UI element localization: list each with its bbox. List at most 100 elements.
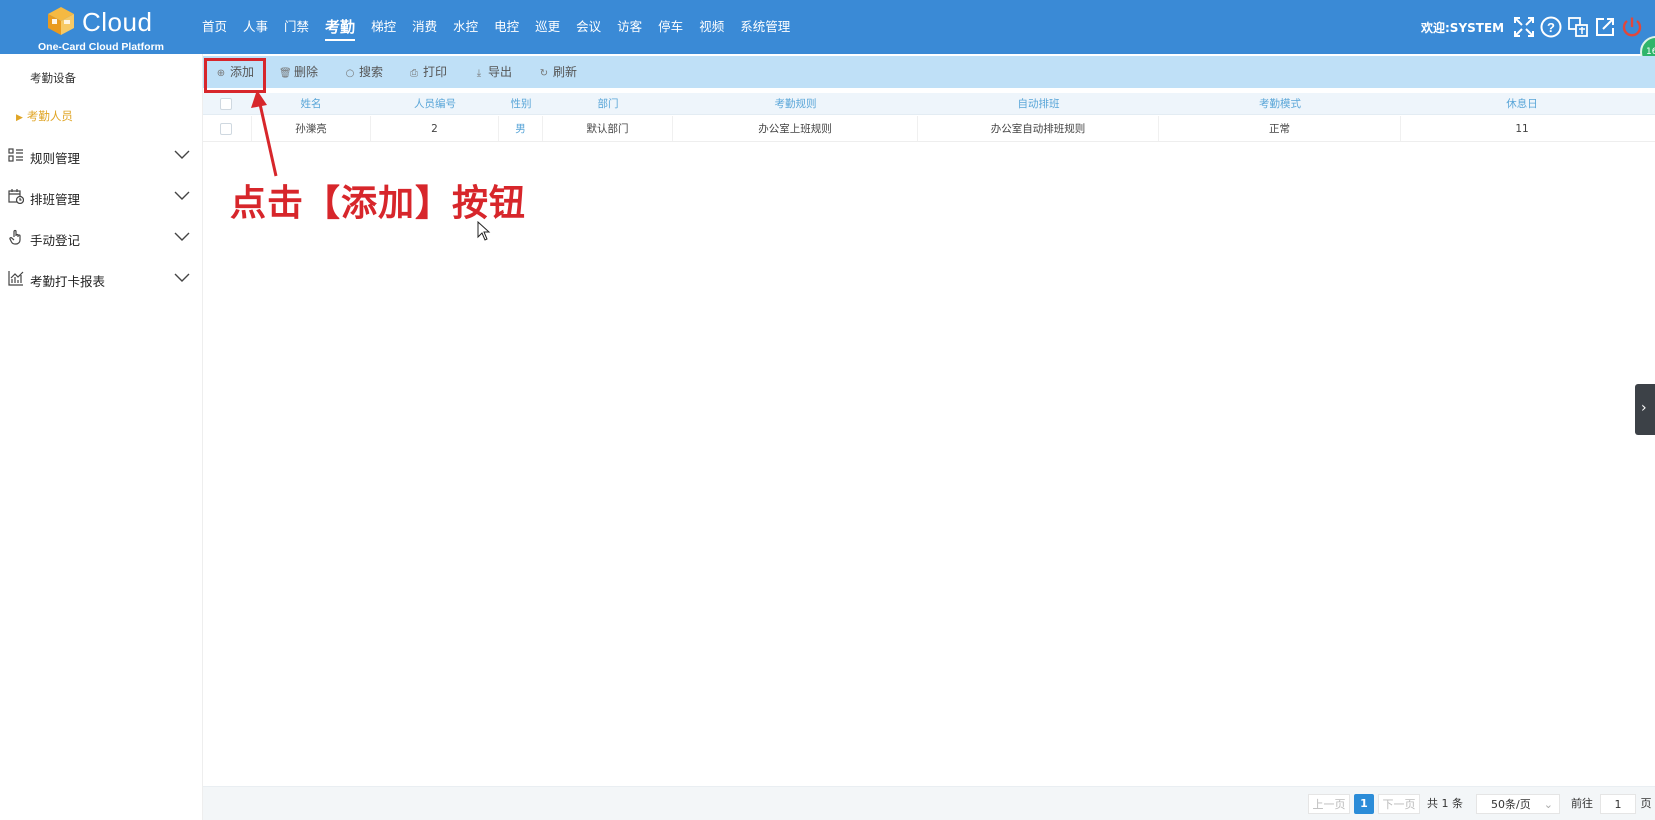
power-icon[interactable] — [1621, 16, 1643, 38]
nav-item-access[interactable]: 门禁 — [284, 0, 309, 54]
nav-item-meeting[interactable]: 会议 — [576, 0, 601, 54]
print-button[interactable]: ⎙ 打印 — [408, 56, 447, 88]
brand-subtitle: One-Card Cloud Platform — [38, 41, 165, 53]
annotation-text: 点击【添加】按钮 — [230, 183, 527, 224]
page-unit-label: 页 — [1640, 797, 1652, 810]
table-cell: 正常 — [1159, 116, 1401, 141]
delete-button[interactable]: 🗑 删除 — [279, 56, 318, 88]
sidebar-group-label: 规则管理 — [30, 151, 81, 166]
nav-item-home[interactable]: 首页 — [202, 0, 227, 54]
export-label: 导出 — [488, 65, 513, 79]
column-header[interactable]: 考勤模式 — [1159, 93, 1401, 114]
help-icon[interactable]: ? — [1540, 16, 1562, 38]
refresh-label: 刷新 — [553, 65, 578, 79]
sidebar-group-manual-entry[interactable]: 手动登记 — [0, 220, 203, 254]
chevron-down-icon — [174, 191, 190, 200]
column-header[interactable]: 休息日 — [1401, 93, 1643, 114]
nav-item-visitor[interactable]: 访客 — [617, 0, 642, 54]
prev-page-button[interactable]: 上一页 — [1308, 794, 1350, 814]
main-nav: 首页 人事 门禁 考勤 梯控 消费 水控 电控 巡更 会议 访客 停车 视频 系… — [202, 0, 806, 54]
printer-icon: ⎙ — [410, 68, 418, 79]
table-cell: 2 — [371, 116, 499, 141]
column-header[interactable]: 自动排班 — [918, 93, 1159, 114]
fullscreen-icon[interactable] — [1513, 16, 1535, 38]
table-cell: 男 — [499, 116, 543, 141]
pagination-bar: 上一页 1 下一页 共 1 条 50条/页 ⌄ 前往 1 页 — [203, 786, 1655, 820]
total-count: 共 1 条 — [1427, 797, 1463, 810]
goto-page-input[interactable]: 1 — [1600, 794, 1636, 814]
top-navbar: Cloud One-Card Cloud Platform 首页 人事 门禁 考… — [0, 0, 1655, 54]
nav-item-attendance[interactable]: 考勤 — [325, 0, 356, 54]
mouse-cursor-icon — [477, 221, 491, 241]
welcome-text: 欢迎:SYSTEM — [1421, 21, 1505, 35]
table-header: 姓名 人员编号 性别 部门 考勤规则 自动排班 考勤模式 休息日 — [203, 93, 1655, 115]
chevron-down-icon — [174, 150, 190, 159]
nav-item-water[interactable]: 水控 — [453, 0, 478, 54]
sidebar-group-schedule[interactable]: 排班管理 — [0, 179, 203, 213]
search-button[interactable]: ○ 搜索 — [344, 56, 383, 88]
nav-item-consumption[interactable]: 消费 — [412, 0, 437, 54]
next-page-button[interactable]: 下一页 — [1378, 794, 1420, 814]
table-cell: 默认部门 — [543, 116, 673, 141]
sidebar-group-label: 排班管理 — [30, 192, 81, 207]
sidebar-group-rules[interactable]: 规则管理 — [0, 138, 203, 172]
brand-name: Cloud — [82, 7, 153, 37]
language-icon[interactable] — [1567, 16, 1589, 38]
nav-item-patrol[interactable]: 巡更 — [535, 0, 560, 54]
nav-item-system[interactable]: 系统管理 — [740, 0, 790, 54]
logo-cube-icon — [48, 7, 74, 35]
select-all-checkbox[interactable] — [220, 98, 232, 110]
chevron-down-icon — [174, 273, 190, 282]
page-size-value: 50条/页 — [1491, 798, 1531, 811]
svg-text:?: ? — [1547, 20, 1555, 35]
side-panel-toggle[interactable]: › — [1635, 384, 1655, 435]
table-cell: 11 — [1515, 123, 1529, 135]
column-header[interactable]: 考勤规则 — [673, 93, 918, 114]
sidebar-item-attendance-device[interactable]: 考勤设备 — [30, 70, 76, 86]
export-button[interactable]: ⤓ 导出 — [473, 56, 512, 88]
sidebar-group-attendance-report[interactable]: 考勤打卡报表 — [0, 261, 203, 295]
table-row[interactable]: 孙濼亮 2 男 默认部门 办公室上班规则 办公室自动排班规则 正常 11 — [203, 116, 1655, 142]
refresh-icon: ↻ — [539, 68, 549, 79]
table-cell: 办公室上班规则 — [673, 116, 918, 141]
brand-logo[interactable]: Cloud One-Card Cloud Platform — [38, 3, 172, 53]
chevron-down-icon: ⌄ — [1543, 798, 1553, 811]
refresh-button[interactable]: ↻ 刷新 — [538, 56, 577, 88]
sidebar-item-label: 考勤人员 — [26, 109, 73, 123]
page-number-current[interactable]: 1 — [1354, 794, 1374, 814]
nav-item-elevator[interactable]: 梯控 — [371, 0, 396, 54]
annotation-arrow — [251, 90, 278, 177]
nav-item-power[interactable]: 电控 — [494, 0, 519, 54]
table-cell: 办公室自动排班规则 — [918, 116, 1159, 141]
column-header[interactable]: 部门 — [543, 93, 673, 114]
list-grid-icon — [8, 148, 23, 162]
nav-item-parking[interactable]: 停车 — [658, 0, 683, 54]
search-label: 搜索 — [359, 65, 384, 79]
sidebar: 考勤设备 ▶ 考勤人员 规则管理 排班管理 手动登记 考勤打卡报表 — [0, 54, 203, 820]
bar-chart-icon — [8, 271, 24, 286]
calendar-clock-icon — [8, 189, 24, 204]
sidebar-item-attendance-personnel[interactable]: ▶ 考勤人员 — [16, 108, 73, 124]
row-checkbox[interactable] — [220, 123, 232, 135]
plus-circle-icon: ⊕ — [216, 68, 226, 79]
hand-pointer-icon — [9, 229, 21, 245]
delete-label: 删除 — [294, 65, 319, 79]
toolbar: ⊕ 添加 🗑 删除 ○ 搜索 ⎙ 打印 ⤓ 导出 ↻ 刷新 — [203, 56, 1655, 88]
add-button[interactable]: ⊕ 添加 — [215, 56, 254, 88]
sidebar-group-label: 考勤打卡报表 — [30, 274, 106, 289]
sidebar-group-label: 手动登记 — [30, 233, 81, 248]
nav-item-personnel[interactable]: 人事 — [243, 0, 268, 54]
page-size-select[interactable]: 50条/页 ⌄ — [1476, 794, 1560, 814]
print-label: 打印 — [423, 65, 448, 79]
chevron-down-icon — [174, 232, 190, 241]
download-icon: ⤓ — [476, 68, 482, 79]
column-header[interactable]: 性别 — [499, 93, 543, 114]
search-icon: ○ — [345, 68, 355, 79]
app-window: Cloud One-Card Cloud Platform 首页 人事 门禁 考… — [0, 0, 1655, 820]
add-label: 添加 — [230, 65, 255, 79]
caret-right-icon: ▶ — [16, 113, 23, 123]
column-header[interactable]: 人员编号 — [371, 93, 499, 114]
nav-item-video[interactable]: 视频 — [699, 0, 724, 54]
goto-label: 前往 — [1571, 797, 1593, 810]
external-link-icon[interactable] — [1594, 16, 1616, 38]
